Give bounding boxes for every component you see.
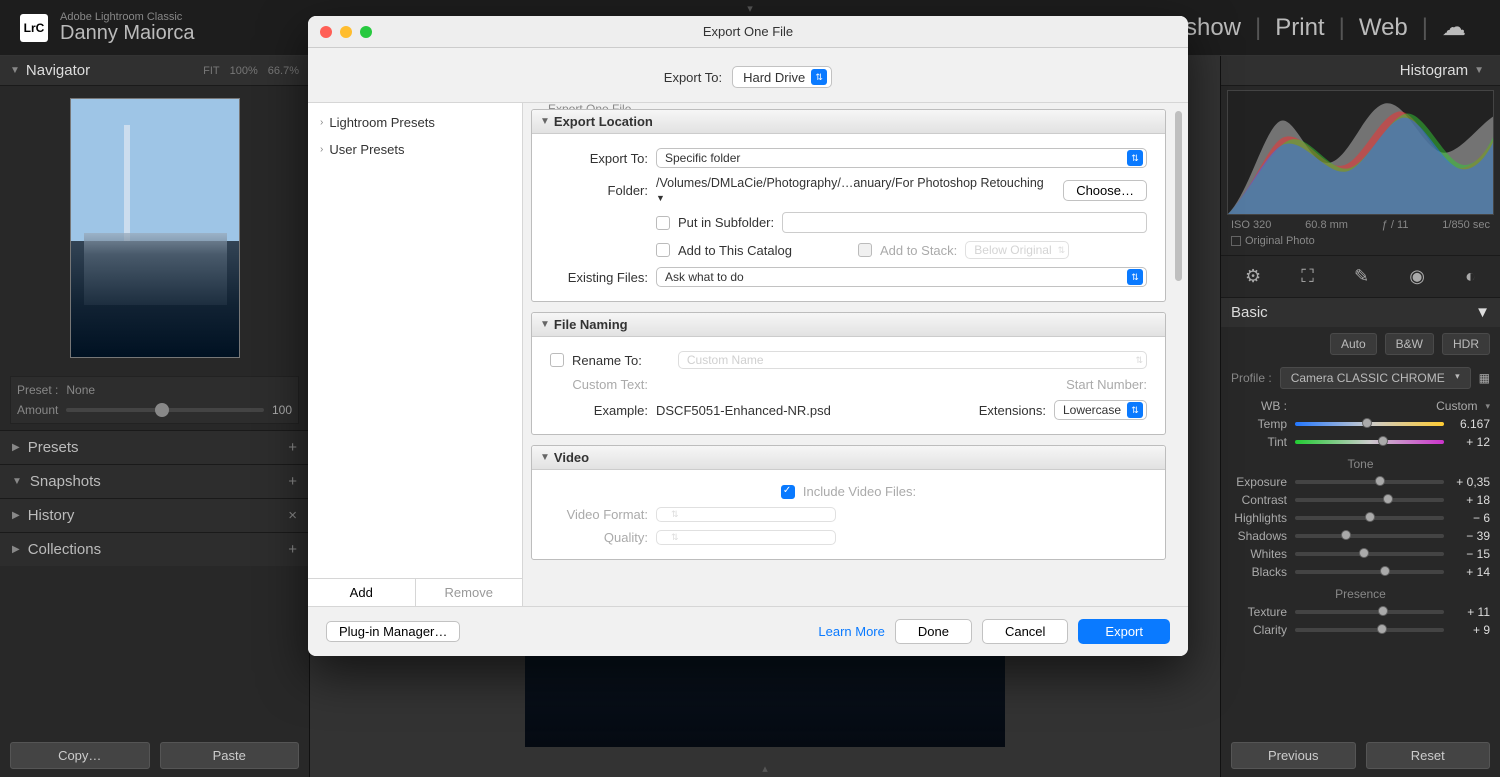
done-button[interactable]: Done — [895, 619, 972, 644]
section-file-naming: ▼File Naming Rename To: Custom Name⇅ Cus… — [531, 312, 1166, 435]
section-header[interactable]: ▼Export Location — [532, 110, 1165, 134]
rename-checkbox[interactable] — [550, 353, 564, 367]
add-stack-label: Add to Stack: — [880, 243, 957, 258]
existing-files-select[interactable]: Ask what to do⇅ — [656, 267, 1147, 287]
extensions-select[interactable]: Lowercase⇅ — [1054, 400, 1147, 420]
export-to-label: Export To: — [664, 70, 722, 85]
dialog-footer: Plug-in Manager… Learn More Done Cancel … — [308, 606, 1188, 656]
preset-add-button[interactable]: Add — [308, 579, 416, 606]
section-header[interactable]: ▼Video — [532, 446, 1165, 470]
export-to-select[interactable]: Hard Drive⇅ — [732, 66, 832, 88]
preset-group-user[interactable]: ›User Presets — [308, 136, 522, 163]
learn-more-link[interactable]: Learn More — [818, 624, 884, 639]
rename-template-select: Custom Name⇅ — [678, 351, 1147, 369]
folder-label: Folder: — [550, 183, 648, 198]
export-dialog: Export One File Export To: Hard Drive⇅ P… — [308, 16, 1188, 656]
stack-position-select: Below Original⇅ — [965, 241, 1069, 259]
export-button[interactable]: Export — [1078, 619, 1170, 644]
select-arrows-icon: ⇅ — [1127, 150, 1143, 166]
example-value: DSCF5051-Enhanced-NR.psd — [656, 403, 831, 418]
plugin-manager-button[interactable]: Plug-in Manager… — [326, 621, 460, 642]
preset-group-lightroom[interactable]: ›Lightroom Presets — [308, 109, 522, 136]
chevron-icon: ⇅ — [671, 532, 679, 543]
subfolder-checkbox[interactable] — [656, 216, 670, 230]
select-arrows-icon: ⇅ — [1127, 402, 1143, 418]
minimize-window-icon[interactable] — [340, 26, 352, 38]
chevron-right-icon: › — [320, 144, 323, 155]
folder-path[interactable]: /Volumes/DMLaCie/Photography/…anuary/For… — [656, 176, 1055, 204]
dialog-titlebar[interactable]: Export One File — [308, 16, 1188, 48]
start-number-label: Start Number: — [1066, 377, 1147, 392]
subfolder-label: Put in Subfolder: — [678, 215, 774, 230]
scrollbar[interactable] — [1175, 111, 1182, 281]
export-to-label: Export To: — [550, 151, 648, 166]
zoom-window-icon[interactable] — [360, 26, 372, 38]
preset-pane: ›Lightroom Presets ›User Presets Add Rem… — [308, 103, 523, 606]
disclosure-icon: ▼ — [540, 319, 550, 330]
video-quality-label: Quality: — [550, 530, 648, 545]
close-window-icon[interactable] — [320, 26, 332, 38]
cancel-button[interactable]: Cancel — [982, 619, 1068, 644]
include-video-checkbox — [781, 485, 795, 499]
disclosure-icon: ▼ — [540, 452, 550, 463]
video-format-label: Video Format: — [550, 507, 648, 522]
window-controls[interactable] — [320, 26, 372, 38]
add-catalog-checkbox[interactable] — [656, 243, 670, 257]
example-label: Example: — [550, 403, 648, 418]
section-video: ▼Video Include Video Files: Video Format… — [531, 445, 1166, 560]
disclosure-icon: ▼ — [540, 116, 550, 127]
export-location-select[interactable]: Specific folder⇅ — [656, 148, 1147, 168]
video-quality-select: ⇅ — [656, 530, 836, 545]
include-video-label: Include Video Files: — [803, 484, 916, 499]
chevron-right-icon: › — [320, 117, 323, 128]
add-stack-checkbox — [858, 243, 872, 257]
dialog-title: Export One File — [703, 24, 793, 39]
extensions-label: Extensions: — [979, 403, 1046, 418]
chevron-icon: ⇅ — [1135, 355, 1143, 366]
section-header[interactable]: ▼File Naming — [532, 313, 1165, 337]
existing-files-label: Existing Files: — [550, 270, 648, 285]
select-arrows-icon: ⇅ — [811, 69, 827, 85]
preset-remove-button[interactable]: Remove — [416, 579, 523, 606]
chevron-icon: ⇅ — [1058, 245, 1066, 256]
chevron-icon: ⇅ — [671, 509, 679, 520]
custom-text-label: Custom Text: — [550, 377, 648, 392]
settings-pane: ▼Export Location Export To: Specific fol… — [523, 103, 1188, 606]
section-export-location: ▼Export Location Export To: Specific fol… — [531, 109, 1166, 302]
chevron-down-icon[interactable]: ▼ — [656, 193, 665, 203]
add-catalog-label: Add to This Catalog — [678, 243, 792, 258]
subfolder-input[interactable] — [782, 212, 1147, 233]
rename-label: Rename To: — [572, 353, 642, 368]
video-format-select: ⇅ — [656, 507, 836, 522]
select-arrows-icon: ⇅ — [1127, 269, 1143, 285]
modal-backdrop: Export One File Export To: Hard Drive⇅ P… — [0, 0, 1500, 777]
choose-folder-button[interactable]: Choose… — [1063, 180, 1147, 201]
